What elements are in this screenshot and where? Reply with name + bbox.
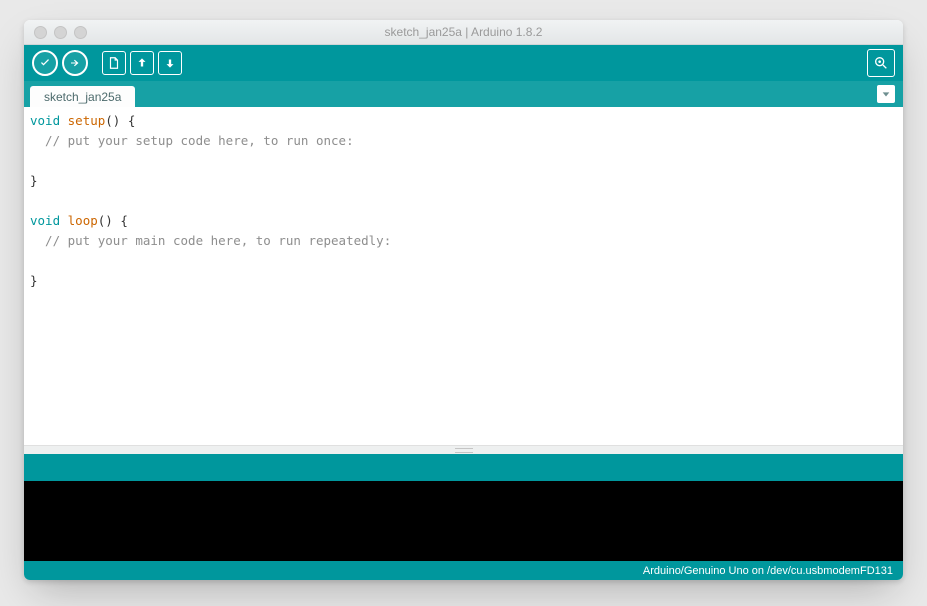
check-icon: [39, 57, 51, 69]
comment: // put your main code here, to run repea…: [30, 233, 391, 248]
editor-console-splitter[interactable]: [24, 445, 903, 454]
minimize-traffic-light[interactable]: [54, 26, 67, 39]
console-output[interactable]: [24, 481, 903, 561]
window-controls: [34, 26, 87, 39]
function-name: setup: [68, 113, 106, 128]
new-sketch-button[interactable]: [102, 51, 126, 75]
serial-monitor-button[interactable]: [867, 49, 895, 77]
function-name: loop: [68, 213, 98, 228]
code-text: }: [30, 273, 38, 288]
arrow-up-icon: [135, 56, 149, 70]
close-traffic-light[interactable]: [34, 26, 47, 39]
save-sketch-button[interactable]: [158, 51, 182, 75]
arrow-down-icon: [163, 56, 177, 70]
keyword: void: [30, 113, 60, 128]
code-text: }: [30, 173, 38, 188]
verify-button[interactable]: [32, 50, 58, 76]
code-text: () {: [98, 213, 128, 228]
sketch-tab[interactable]: sketch_jan25a: [30, 86, 135, 107]
toolbar: [24, 45, 903, 81]
board-port-label: Arduino/Genuino Uno on /dev/cu.usbmodemF…: [643, 565, 893, 577]
code-text: () {: [105, 113, 135, 128]
zoom-traffic-light[interactable]: [74, 26, 87, 39]
window-title: sketch_jan25a | Arduino 1.8.2: [24, 25, 903, 39]
keyword: void: [30, 213, 60, 228]
footer-bar: Arduino/Genuino Uno on /dev/cu.usbmodemF…: [24, 561, 903, 580]
arrow-right-icon: [69, 57, 81, 69]
tab-strip: sketch_jan25a: [24, 81, 903, 107]
arduino-ide-window: sketch_jan25a | Arduino 1.8.2 sketch: [24, 20, 903, 580]
comment: // put your setup code here, to run once…: [30, 133, 354, 148]
tab-menu-button[interactable]: [877, 85, 895, 103]
titlebar: sketch_jan25a | Arduino 1.8.2: [24, 20, 903, 45]
code-editor[interactable]: void setup() { // put your setup code he…: [24, 107, 903, 445]
message-bar: [24, 454, 903, 481]
file-icon: [107, 56, 121, 70]
open-sketch-button[interactable]: [130, 51, 154, 75]
magnifier-icon: [873, 55, 889, 71]
upload-button[interactable]: [62, 50, 88, 76]
chevron-down-icon: [881, 89, 891, 99]
